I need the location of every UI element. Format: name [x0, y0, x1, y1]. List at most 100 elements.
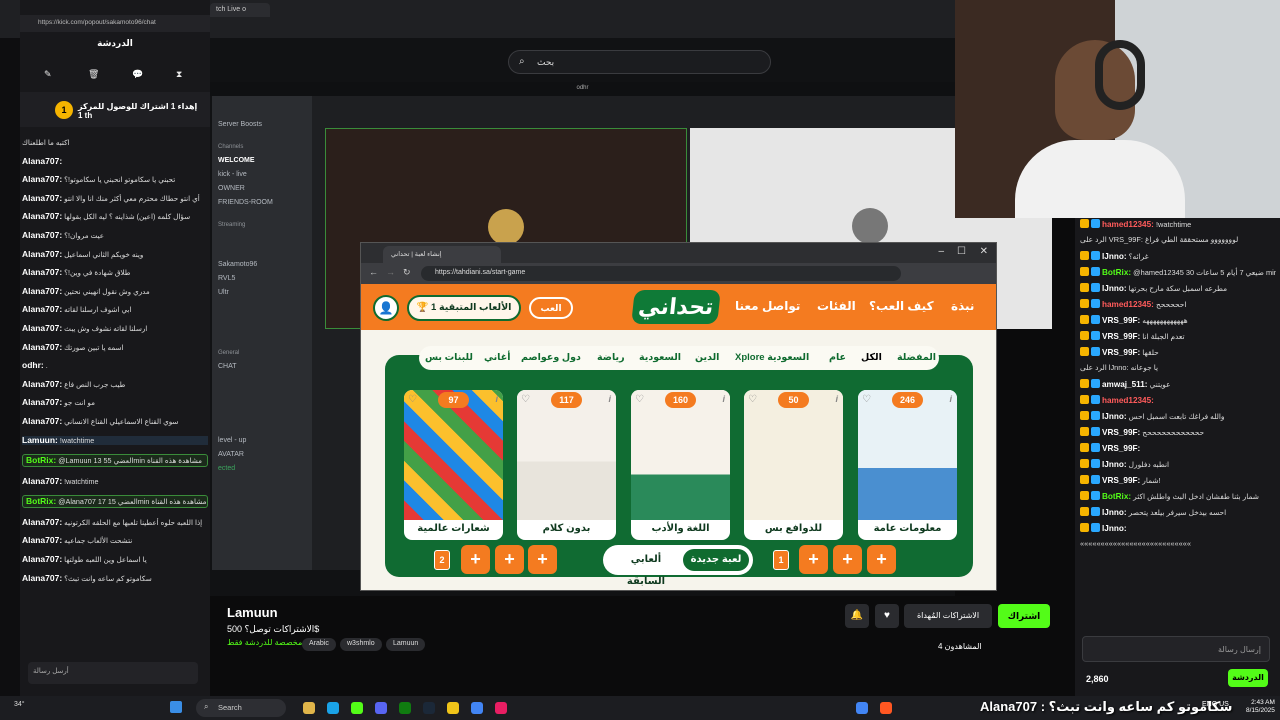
chat-username[interactable]: lJnno:	[1102, 412, 1127, 421]
back-icon[interactable]: ←	[369, 267, 378, 277]
discord-item[interactable]: Streaming	[212, 218, 312, 232]
bell-icon[interactable]: 🔔	[845, 604, 869, 628]
chat-username[interactable]: BotRix:	[1102, 268, 1131, 277]
info-icon[interactable]: i	[608, 394, 611, 404]
chat-send-button[interactable]: الدردشة	[1228, 669, 1268, 687]
steam-icon[interactable]	[423, 702, 435, 714]
minimize-icon[interactable]: –	[938, 246, 944, 257]
discord-item[interactable]: RVL5	[212, 272, 312, 286]
add-button[interactable]: +	[495, 545, 524, 574]
heart-icon[interactable]: ♡	[862, 394, 871, 405]
category-tab[interactable]: السعودية	[639, 352, 681, 363]
category-card[interactable]: ♡ 97 i شعارات عالمية	[404, 390, 503, 540]
chat-bubble-icon[interactable]: 💬	[132, 69, 143, 80]
chat-username[interactable]: VRS_99F:	[1102, 332, 1140, 341]
gift-subs-button[interactable]: الاشتراكات المُهداة	[904, 604, 992, 628]
discord-item[interactable]: FRIENDS-ROOM	[212, 196, 312, 210]
add-button[interactable]: +	[528, 545, 557, 574]
chat-url-bar[interactable]: https://kick.com/popout/sakamoto96/chat	[20, 15, 210, 32]
stream-tag[interactable]: Lamuun	[386, 638, 426, 651]
discord-item[interactable]: level - up	[212, 434, 312, 448]
category-tab[interactable]: Xplore السعودية	[735, 352, 809, 363]
heart-icon[interactable]: ♡	[521, 394, 530, 405]
xbox-icon[interactable]	[399, 702, 411, 714]
discord-item[interactable]: kick - live	[212, 168, 312, 182]
close-icon[interactable]: ✕	[980, 246, 988, 257]
nav-link[interactable]: الفئات	[817, 299, 856, 313]
browser-tab[interactable]: tch Live o	[210, 3, 270, 17]
chat-username[interactable]: BotRix:	[1102, 492, 1131, 501]
chat-username[interactable]: lJnno:	[1102, 460, 1127, 469]
discord-item[interactable]: CHAT	[212, 360, 312, 374]
previous-games-button[interactable]: ألعابي السابقة	[613, 549, 679, 587]
chrome-icon[interactable]	[856, 702, 868, 714]
url-input[interactable]: https://tahdiani.sa/start-game	[421, 266, 901, 281]
add-button[interactable]: +	[461, 545, 490, 574]
file-explorer-icon[interactable]	[303, 702, 315, 714]
nav-link[interactable]: كيف العب؟	[869, 299, 934, 313]
site-logo[interactable]: تحداني	[631, 290, 721, 324]
chat-username[interactable]: amwaj_511:	[1102, 380, 1148, 389]
chat-username[interactable]: lJnno:	[1102, 284, 1127, 293]
start-icon[interactable]	[170, 701, 182, 713]
follow-button[interactable]: اشتراك	[998, 604, 1050, 628]
streamer-name[interactable]: Lamuun	[227, 605, 278, 620]
stream-tag[interactable]: w3shmlo	[340, 638, 382, 651]
category-tab[interactable]: للبنات بس	[425, 352, 473, 363]
category-card[interactable]: ♡ 50 i للدوافع بس	[744, 390, 843, 540]
stream-tag[interactable]: Arabic	[302, 638, 336, 651]
chat-username[interactable]: VRS_99F:	[1102, 476, 1140, 485]
add-button[interactable]: +	[833, 545, 862, 574]
chat-username[interactable]: VRS_99F:	[1102, 316, 1140, 325]
discord-item[interactable]: General	[212, 346, 312, 360]
weather-widget[interactable]: 34°	[14, 701, 25, 708]
add-button[interactable]: +	[867, 545, 896, 574]
chat-username[interactable]: VRS_99F:	[1102, 428, 1140, 437]
chat-username[interactable]: lJnno:	[1102, 508, 1127, 517]
chat-username[interactable]: VRS_99F:	[1102, 444, 1140, 453]
taskbar-clock[interactable]: 2:43 AM 8/15/2025	[1246, 699, 1275, 715]
heart-icon[interactable]: ♡	[748, 394, 757, 405]
category-tab[interactable]: المفضلة	[897, 352, 936, 363]
info-icon[interactable]: i	[495, 394, 498, 404]
language-indicator[interactable]: ENG US	[1202, 701, 1229, 708]
game-tab[interactable]: إنشاء لعبة | تحداني	[383, 246, 501, 263]
category-tab[interactable]: دول وعواصم	[521, 352, 581, 363]
brave-icon[interactable]	[880, 702, 892, 714]
chat-username[interactable]: VRS_99F:	[1102, 348, 1140, 357]
trash-icon[interactable]: 🗑	[88, 69, 99, 80]
app-icon[interactable]	[495, 702, 507, 714]
pin-icon[interactable]: ✎	[44, 69, 52, 80]
forward-icon[interactable]: →	[386, 267, 395, 277]
category-tab[interactable]: الدين	[695, 352, 719, 363]
discord-item[interactable]: AVATAR	[212, 448, 312, 462]
chrome-icon[interactable]	[447, 702, 459, 714]
heart-icon[interactable]: ♥	[875, 604, 899, 628]
emote-row[interactable]	[1080, 616, 1276, 632]
category-card[interactable]: ♡ 160 i اللغة والأدب	[631, 390, 730, 540]
discord-item[interactable]: Ultr	[212, 286, 312, 300]
play-button[interactable]: العب	[529, 297, 573, 319]
discord-item[interactable]: WELCOME	[212, 154, 312, 168]
reload-icon[interactable]: ↻	[403, 267, 411, 278]
chat-username[interactable]: lJnno:	[1102, 524, 1127, 533]
category-tab[interactable]: الكل	[861, 352, 882, 363]
kick-icon[interactable]	[351, 702, 363, 714]
taskbar-search[interactable]: ⌕ Search	[196, 699, 286, 717]
maximize-icon[interactable]: ☐	[957, 246, 966, 257]
chat-username[interactable]: lJnno:	[1102, 252, 1127, 261]
discord-item[interactable]: Sakamoto96	[212, 258, 312, 272]
info-icon[interactable]: i	[722, 394, 725, 404]
category-card[interactable]: ♡ 117 i بدون كلام	[517, 390, 616, 540]
timer-icon[interactable]: ⧗	[176, 69, 182, 80]
discord-item[interactable]: Channels	[212, 140, 312, 154]
category-card[interactable]: ♡ 246 i معلومات عامة	[858, 390, 957, 540]
category-tab[interactable]: أغاني	[484, 352, 511, 363]
chat-username[interactable]: hamed12345:	[1102, 220, 1154, 229]
category-tab[interactable]: عام	[829, 352, 846, 363]
right-chat-input[interactable]: إرسال رسالة	[1082, 636, 1270, 662]
telegram-icon[interactable]	[471, 702, 483, 714]
info-icon[interactable]: i	[835, 394, 838, 404]
heart-icon[interactable]: ♡	[635, 394, 644, 405]
add-button[interactable]: +	[799, 545, 828, 574]
